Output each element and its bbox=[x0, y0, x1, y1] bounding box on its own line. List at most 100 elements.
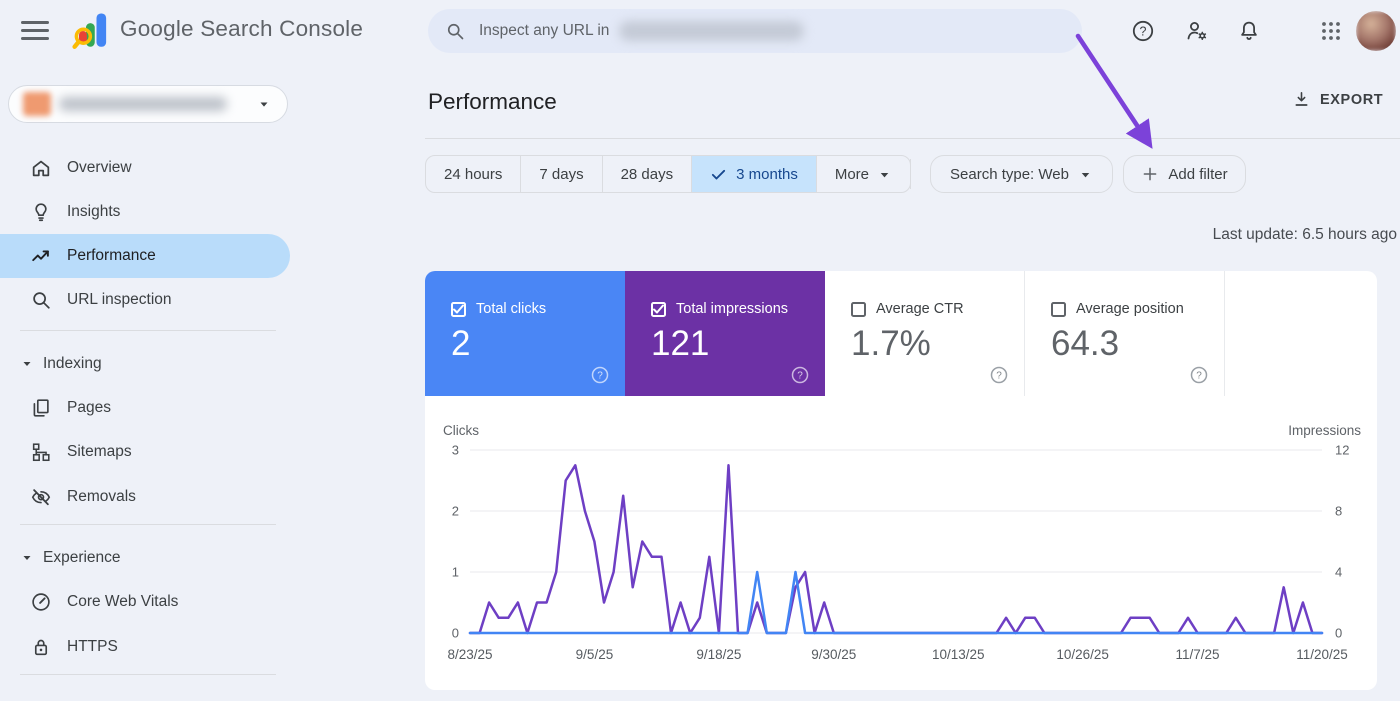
checkbox-unchecked-icon[interactable] bbox=[1051, 301, 1066, 317]
svg-text:1: 1 bbox=[452, 565, 459, 580]
property-selector[interactable] bbox=[8, 85, 288, 123]
chevron-down-icon bbox=[1081, 172, 1090, 177]
search-console-logo-icon bbox=[72, 13, 107, 49]
average-position-value: 64.3 bbox=[1051, 324, 1120, 363]
eye-off-icon bbox=[31, 489, 51, 506]
export-button[interactable]: EXPORT bbox=[1292, 90, 1383, 109]
redacted-property-name bbox=[59, 97, 227, 111]
sidebar-item-core-web-vitals[interactable]: Core Web Vitals bbox=[0, 580, 290, 624]
sidebar-item-insights[interactable]: Insights bbox=[0, 190, 290, 234]
search-input[interactable]: Inspect any URL in bbox=[428, 9, 1082, 53]
performance-chart[interactable]: 0123048128/23/25 9/5/25 9/18/25 9/30/25 10/1… bbox=[425, 420, 1377, 685]
date-filter-more[interactable]: More bbox=[817, 156, 910, 192]
average-ctr-value: 1.7% bbox=[851, 324, 931, 363]
app-title: Google Search Console bbox=[120, 16, 364, 41]
date-filter-3-months[interactable]: 3 months bbox=[692, 156, 817, 192]
metric-card-average-position[interactable]: Average position 64.3 ? bbox=[1025, 271, 1225, 396]
date-filter-28-days[interactable]: 28 days bbox=[603, 156, 693, 192]
sidebar-divider bbox=[20, 330, 276, 331]
performance-panel: Total clicks 2 ? Total impressions 121 ?… bbox=[425, 271, 1377, 690]
sidebar-item-sitemaps[interactable]: Sitemaps bbox=[0, 430, 290, 474]
home-icon bbox=[32, 160, 50, 177]
sidebar-item-performance[interactable]: Performance bbox=[0, 234, 290, 278]
checkbox-checked-icon[interactable] bbox=[451, 301, 466, 317]
svg-text:?: ? bbox=[996, 371, 1002, 382]
sidebar: Overview Insights Performance URL inspec… bbox=[0, 62, 290, 701]
svg-text:10/13/25: 10/13/25 bbox=[932, 647, 985, 662]
add-filter-button[interactable]: Add filter bbox=[1123, 155, 1246, 193]
checkbox-unchecked-icon[interactable] bbox=[851, 301, 866, 317]
lightbulb-icon bbox=[35, 203, 47, 222]
svg-text:11/7/25: 11/7/25 bbox=[1176, 647, 1220, 662]
svg-text:?: ? bbox=[797, 371, 803, 382]
svg-text:4: 4 bbox=[1335, 565, 1342, 580]
pages-icon bbox=[33, 399, 49, 417]
menu-icon[interactable] bbox=[21, 21, 49, 41]
chevron-down-icon bbox=[880, 172, 889, 177]
sidebar-divider bbox=[20, 674, 276, 675]
sidebar-item-url-inspection[interactable]: URL inspection bbox=[0, 278, 290, 322]
sidebar-section-indexing[interactable]: Indexing bbox=[0, 345, 290, 383]
svg-text:?: ? bbox=[1196, 371, 1202, 382]
chevron-down-icon bbox=[23, 362, 31, 366]
svg-text:0: 0 bbox=[452, 626, 459, 641]
download-icon bbox=[1295, 91, 1308, 106]
svg-text:2: 2 bbox=[452, 504, 459, 519]
apps-grid-icon[interactable] bbox=[1319, 19, 1343, 43]
property-favicon bbox=[23, 92, 51, 116]
checkbox-checked-icon[interactable] bbox=[651, 301, 666, 317]
sidebar-divider bbox=[20, 524, 276, 525]
help-icon[interactable]: ? bbox=[1189, 365, 1209, 385]
date-filter-7-days[interactable]: 7 days bbox=[521, 156, 603, 192]
last-update-text: Last update: 6.5 hours ago bbox=[1212, 226, 1397, 243]
metric-card-total-clicks[interactable]: Total clicks 2 ? bbox=[425, 271, 625, 396]
avatar[interactable] bbox=[1356, 11, 1396, 51]
svg-text:10/26/25: 10/26/25 bbox=[1056, 647, 1109, 662]
total-clicks-value: 2 bbox=[451, 324, 471, 363]
sidebar-item-overview[interactable]: Overview bbox=[0, 146, 290, 190]
topbar: Google Search Console Inspect any URL in… bbox=[0, 0, 1400, 62]
gauge-icon bbox=[32, 593, 50, 611]
page-title: Performance bbox=[428, 89, 557, 114]
chevron-down-icon bbox=[23, 556, 31, 560]
svg-text:8: 8 bbox=[1335, 504, 1342, 519]
user-settings-icon[interactable] bbox=[1185, 19, 1209, 43]
sidebar-item-pages[interactable]: Pages bbox=[0, 386, 290, 430]
date-range-filter-group: 24 hours 7 days 28 days 3 months More bbox=[425, 155, 912, 193]
help-icon[interactable]: ? bbox=[590, 365, 610, 385]
sitemap-icon bbox=[32, 443, 50, 462]
search-type-dropdown[interactable]: Search type: Web bbox=[930, 155, 1113, 193]
search-icon bbox=[447, 23, 464, 40]
svg-text:9/30/25: 9/30/25 bbox=[811, 647, 856, 662]
svg-text:0: 0 bbox=[1335, 626, 1342, 641]
chevron-down-icon bbox=[260, 102, 268, 107]
svg-text:3: 3 bbox=[452, 443, 459, 458]
metric-card-average-ctr[interactable]: Average CTR 1.7% ? bbox=[825, 271, 1025, 396]
app-window: Google Search Console Inspect any URL in… bbox=[0, 0, 1400, 701]
help-icon[interactable]: ? bbox=[1131, 19, 1155, 43]
svg-text:11/20/25: 11/20/25 bbox=[1296, 647, 1348, 662]
metric-cards-row: Total clicks 2 ? Total impressions 121 ?… bbox=[425, 271, 1225, 396]
svg-text:9/5/25: 9/5/25 bbox=[576, 647, 614, 662]
help-icon[interactable]: ? bbox=[790, 365, 810, 385]
magnifier-icon bbox=[33, 292, 50, 309]
svg-text:?: ? bbox=[1140, 24, 1147, 38]
notifications-icon[interactable] bbox=[1237, 19, 1261, 43]
filter-separator bbox=[910, 159, 911, 189]
total-impressions-value: 121 bbox=[651, 324, 710, 363]
sidebar-section-experience[interactable]: Experience bbox=[0, 539, 290, 577]
header-divider bbox=[425, 138, 1400, 139]
date-filter-24-hours[interactable]: 24 hours bbox=[426, 156, 522, 192]
sidebar-item-https[interactable]: HTTPS bbox=[0, 625, 290, 669]
lock-icon bbox=[34, 639, 48, 656]
search-placeholder: Inspect any URL in bbox=[479, 22, 610, 39]
sidebar-item-removals[interactable]: Removals bbox=[0, 475, 290, 519]
svg-text:8/23/25: 8/23/25 bbox=[447, 647, 492, 662]
plus-icon bbox=[1144, 167, 1157, 181]
help-icon[interactable]: ? bbox=[989, 365, 1009, 385]
svg-text:?: ? bbox=[597, 371, 603, 382]
metric-card-total-impressions[interactable]: Total impressions 121 ? bbox=[625, 271, 825, 396]
check-icon bbox=[712, 169, 726, 179]
svg-text:9/18/25: 9/18/25 bbox=[696, 647, 741, 662]
trending-up-icon bbox=[32, 250, 49, 262]
